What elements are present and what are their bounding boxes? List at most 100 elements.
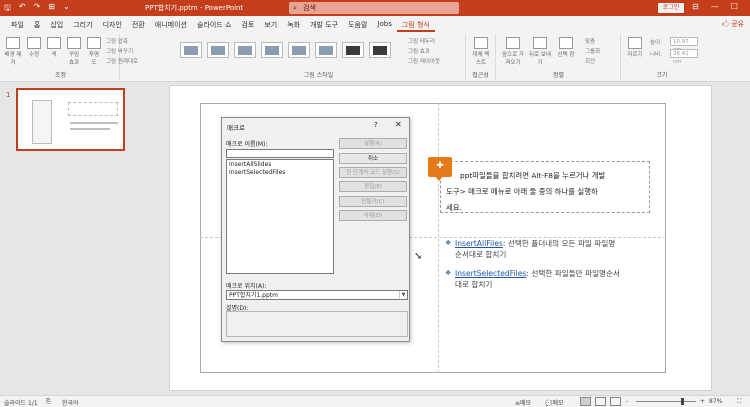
present-icon[interactable]: ⊞	[48, 2, 55, 16]
mouse-pointer-icon: ➘	[414, 251, 423, 262]
dialog-close-icon[interactable]: ✕	[395, 120, 402, 129]
ribbon-display-icon[interactable]: ⊟	[692, 2, 699, 11]
title-bar: 🖫 ↶ ↷ ⊞ ⌄ PPT합치기.pptm - PowerPoint ⌕ 검색 …	[0, 0, 750, 16]
reading-view-icon[interactable]	[610, 397, 621, 406]
zoom-level[interactable]: 87%	[709, 398, 722, 405]
tab-record[interactable]: 녹화	[282, 16, 305, 32]
compress-pictures-button[interactable]: 그림 압축	[106, 37, 128, 45]
fit-to-window-icon[interactable]: ⛶	[737, 398, 741, 406]
tab-developer[interactable]: 개발 도구	[305, 16, 343, 32]
zoom-out-button[interactable]: -	[626, 398, 628, 405]
create-button[interactable]: 만들기(C)	[339, 196, 407, 207]
tab-picture-format[interactable]: 그림 형식	[396, 16, 435, 32]
bullet-text: : 선택한 파일들만 파일명순서	[526, 269, 621, 278]
color-button[interactable]: 색	[46, 37, 62, 58]
run-button[interactable]: 실행(R)	[339, 138, 407, 149]
slide-sorter-icon[interactable]	[595, 397, 606, 406]
undo-icon[interactable]: ↶	[19, 2, 26, 16]
thumbnail-dialog-preview	[32, 100, 52, 144]
comment-icon[interactable]: ✚	[428, 157, 452, 181]
rotate-button[interactable]: 회전	[585, 57, 595, 65]
picture-border-button[interactable]: 그림 테두리	[408, 37, 435, 45]
notes-button[interactable]: ≡메모	[515, 398, 531, 407]
zoom-slider-thumb[interactable]	[681, 398, 684, 405]
picture-layout-button[interactable]: 그림 레이아웃	[408, 57, 440, 65]
tab-view[interactable]: 보기	[259, 16, 282, 32]
picture-style-6[interactable]	[315, 42, 337, 58]
crop-button[interactable]: 자르기	[626, 37, 644, 58]
transparency-button[interactable]: 투명 도	[86, 37, 102, 66]
instruction-note[interactable]: ppt파일들을 합치려면 Alt-F8을 누르거나 개발 도구> 매크로 메뉴로…	[440, 161, 650, 213]
tab-slideshow[interactable]: 슬라이드 쇼	[192, 16, 236, 32]
picture-style-4[interactable]	[261, 42, 283, 58]
customize-qa-icon[interactable]: ⌄	[63, 2, 70, 16]
corrections-button[interactable]: 수정	[26, 37, 42, 58]
step-into-button[interactable]: 한 단계씩 코드 실행(S)	[339, 167, 407, 178]
alt-text-button[interactable]: 대체 텍스트	[471, 37, 491, 66]
note-line-3: 세요.	[446, 203, 462, 212]
align-button[interactable]: 맞춤	[585, 37, 595, 45]
group-button[interactable]: 그룹화	[585, 47, 600, 55]
tab-insert[interactable]: 삽입	[45, 16, 68, 32]
spellcheck-icon[interactable]: ⎘	[46, 398, 51, 406]
zoom-in-button[interactable]: +	[700, 398, 705, 405]
tab-animations[interactable]: 애니메이션	[150, 16, 192, 32]
help-icon[interactable]: ?	[374, 121, 378, 129]
remove-background-button[interactable]: 배경 제거	[4, 37, 22, 66]
cancel-button[interactable]: 취소	[339, 153, 407, 164]
reset-picture-button[interactable]: 그림 원래대로	[106, 57, 138, 65]
slide-thumbnail[interactable]	[16, 88, 125, 151]
selection-pane-button[interactable]: 선택 창	[555, 37, 577, 58]
thumbnail-line	[70, 128, 110, 130]
width-input[interactable]: 26.41 cm	[670, 49, 698, 65]
note-line-1: ppt파일들을 합치려면 Alt-F8을 누르거나 개발	[460, 171, 606, 180]
save-icon[interactable]: 🖫	[4, 2, 11, 16]
tab-home[interactable]: 홈	[29, 16, 45, 32]
crop-icon	[628, 37, 642, 49]
picture-effects-button[interactable]: 그림 효과	[408, 47, 430, 55]
tab-jobs[interactable]: Jobs	[372, 16, 396, 32]
send-backward-button[interactable]: 뒤로 보내기	[529, 37, 551, 66]
picture-style-7[interactable]	[342, 42, 364, 58]
maximize-icon[interactable]: ☐	[731, 2, 738, 11]
macro-name-input[interactable]	[226, 149, 334, 158]
height-input[interactable]: 10.97 cm	[670, 37, 698, 53]
color-icon	[47, 37, 61, 49]
tab-transitions[interactable]: 전환	[127, 16, 150, 32]
note-line-2: 도구> 매크로 메뉴로 아래 둘 중의 하나를 실행하	[446, 187, 598, 196]
link-insert-selected-files[interactable]: InsertSelectedFiles	[455, 269, 526, 278]
redo-icon[interactable]: ↷	[34, 2, 41, 16]
macro-bullet-list: ❖ InsertAllFiles: 선택한 폴더내의 모든 파일 파일명 순서대…	[445, 238, 655, 298]
edit-button[interactable]: 편집(E)	[339, 181, 407, 192]
delete-button[interactable]: 삭제(D)	[339, 210, 407, 221]
language-indicator[interactable]: 한국어	[62, 398, 79, 407]
picture-style-1[interactable]	[180, 42, 202, 58]
link-insert-all-files[interactable]: InsertAllFiles	[455, 239, 503, 248]
macro-list-item[interactable]: InsertSelectedFiles	[229, 169, 331, 177]
picture-style-2[interactable]	[207, 42, 229, 58]
normal-view-icon[interactable]	[580, 397, 591, 406]
comments-button[interactable]: 💬메모	[545, 398, 564, 407]
picture-style-3[interactable]	[234, 42, 256, 58]
macro-list[interactable]: InsertAllSlides InsertSelectedFiles	[226, 159, 334, 274]
tab-help[interactable]: 도움말	[343, 16, 372, 32]
macro-list-item[interactable]: InsertAllSlides	[229, 161, 331, 169]
selection-pane-icon	[559, 37, 573, 49]
login-button[interactable]: 로그인	[658, 3, 684, 13]
picture-style-8[interactable]	[369, 42, 391, 58]
tab-review[interactable]: 검토	[236, 16, 259, 32]
change-picture-button[interactable]: 그림 바꾸기	[106, 47, 133, 55]
tab-file[interactable]: 파일	[6, 16, 29, 32]
tab-draw[interactable]: 그리기	[68, 16, 97, 32]
zoom-slider-track[interactable]	[636, 401, 696, 402]
bring-forward-button[interactable]: 앞으로 가져오기	[501, 37, 525, 66]
minimize-icon[interactable]: —	[711, 2, 719, 11]
tab-design[interactable]: 디자인	[98, 16, 127, 32]
search-box[interactable]: ⌕ 검색	[289, 2, 459, 14]
share-button[interactable]: 🖒 공유	[722, 19, 744, 31]
slide-counter: 슬라이드 1/1	[4, 400, 38, 407]
artistic-effects-button[interactable]: 꾸밈 효과	[66, 37, 82, 66]
chevron-down-icon[interactable]: ▼	[399, 291, 407, 299]
picture-style-5[interactable]	[288, 42, 310, 58]
macro-location-select[interactable]: PPT합치기1.pptm ▼	[226, 290, 408, 300]
